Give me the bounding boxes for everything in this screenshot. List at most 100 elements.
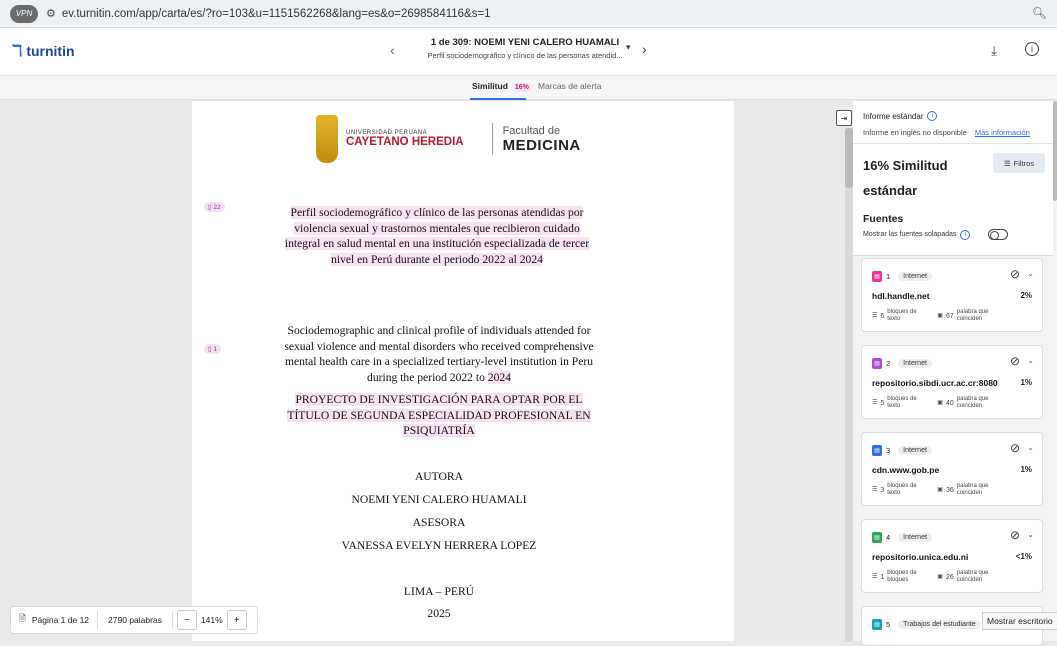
report-title-text: Informe estándar xyxy=(863,111,924,121)
title-english-highlight[interactable]: 2024 xyxy=(487,370,511,384)
text-blocks-stat: ☰ 1 bloques de bloques xyxy=(872,570,923,584)
words-count: 67 xyxy=(945,312,954,320)
page-controls: 🗎 Página 1 de 12 2790 palabras − 141% + xyxy=(10,606,258,634)
document-navigator: ‹ 1 de 309: NOEMI YENI CALERO HUAMALI Pe… xyxy=(390,34,660,70)
chevron-down-icon[interactable]: ⌄ xyxy=(1027,530,1034,539)
collapse-panel-icon[interactable]: ⇥ xyxy=(836,110,852,126)
matching-words-stat: ▣ 40 palabra que coinciden xyxy=(937,396,1000,410)
source-number: 1 xyxy=(886,272,891,281)
logo-text: turnitin xyxy=(26,43,75,59)
university-crest xyxy=(316,115,338,163)
exclude-icon[interactable]: ⊘ xyxy=(1010,267,1020,281)
document-subtitle: Perfil sociodemográfico y clínico de las… xyxy=(427,51,623,60)
panel-scroll-thumb[interactable] xyxy=(1053,101,1057,201)
info-icon[interactable]: i xyxy=(960,229,971,240)
info-icon[interactable]: i xyxy=(927,111,938,121)
asesora-name: VANESSA EVELYN HERRERA LOPEZ xyxy=(341,539,537,552)
chevron-right-icon[interactable]: › xyxy=(642,41,647,57)
site-settings-icon[interactable]: ⚙ xyxy=(46,7,56,20)
blocks-label: bloques de texto xyxy=(887,396,917,409)
blocks-count: 1 xyxy=(880,573,885,581)
overlap-toggle[interactable] xyxy=(988,229,1009,240)
source-percent: 1% xyxy=(1020,465,1032,474)
exclude-icon[interactable]: ⊘ xyxy=(1010,528,1020,542)
source-percent: 2% xyxy=(1020,291,1032,300)
overlap-setting: Mostrar las fuentes solapadas i xyxy=(863,229,1009,240)
source-name: repositorio.sibdi.ucr.ac.cr:8080 xyxy=(872,378,998,388)
more-info-link[interactable]: Más información xyxy=(975,128,1030,137)
autora-label: AUTORA xyxy=(414,470,464,483)
document-scroll-thumb[interactable] xyxy=(845,128,853,188)
source-number: 3 xyxy=(886,446,891,455)
words-count: 40 xyxy=(945,399,954,407)
year: 2025 xyxy=(427,607,451,620)
tab-similarity[interactable]: Similitud 16% xyxy=(472,81,533,92)
words-label: palabra que coinciden xyxy=(956,396,989,409)
english-unavailable-text: Informe en inglés no disponible xyxy=(863,128,967,137)
title-english: Sociodemographic and clinical profile of… xyxy=(284,323,594,385)
source-number: 4 xyxy=(886,533,891,542)
source-card[interactable]: ▤ 1 Internet ⊘ ⌄ hdl.handle.net 2% ☰ 6 bloq… xyxy=(861,258,1043,332)
report-title: Informe estándar i xyxy=(863,111,938,121)
matching-words-stat: ▣ 67 palabra que coinciden xyxy=(937,309,1000,323)
document-icon: ▤ xyxy=(872,271,882,282)
project-title: PROYECTO DE INVESTIGACIÓN PARA OPTAR POR… xyxy=(284,392,594,439)
blocks-label: bloques de texto xyxy=(887,483,917,496)
panel-header: Informe estándar i Informe en inglés no … xyxy=(853,101,1053,256)
page-indicator[interactable]: 🗎 Página 1 de 12 xyxy=(11,613,97,627)
page-icon: 🗎 xyxy=(19,613,26,623)
asesora-label: ASESORA xyxy=(412,516,466,529)
chevron-down-icon[interactable]: ⌄ xyxy=(1027,443,1034,452)
source-name: cdn.www.gob.pe xyxy=(872,465,940,475)
tab-similarity-label: Similitud xyxy=(472,81,508,91)
words-label: palabra que coinciden xyxy=(956,309,989,322)
autora-name: NOEMI YENI CALERO HUAMALI xyxy=(351,493,527,506)
source-card[interactable]: ▤ 3 Internet ⊘ ⌄ cdn.www.gob.pe 1% ☰ 3 bloq… xyxy=(861,432,1043,506)
zoom-icon[interactable]: 🔍︎ xyxy=(1032,6,1047,20)
blocks-label: bloques de bloques xyxy=(887,570,917,583)
chevron-down-icon[interactable]: ⌄ xyxy=(1027,356,1034,365)
title-spanish-text[interactable]: Perfil sociodemográfico y clínico de las… xyxy=(284,206,590,266)
address-field[interactable]: ev.turnitin.com/app/carta/es/?ro=103&u=1… xyxy=(62,8,491,20)
document-icon: ▤ xyxy=(872,532,882,543)
tab-alert-flags[interactable]: Marcas de alerta xyxy=(538,81,601,91)
word-count: 2790 palabras xyxy=(108,615,162,625)
source-type-badge: Internet xyxy=(898,446,932,455)
match-marker-count: 1 xyxy=(213,346,218,353)
filters-button[interactable]: ☰ Filtros xyxy=(993,153,1045,173)
project-title-text[interactable]: PROYECTO DE INVESTIGACIÓN PARA OPTAR POR… xyxy=(287,393,591,438)
source-card[interactable]: ▤ 4 Internet ⊘ ⌄ repositorio.unica.edu.ni … xyxy=(861,519,1043,593)
source-card[interactable]: ▤ 2 Internet ⊘ ⌄ repositorio.sibdi.ucr.ac.… xyxy=(861,345,1043,419)
logo-divider xyxy=(491,123,493,155)
words-label: palabra que coinciden xyxy=(956,570,989,583)
turnitin-logo-icon: ℸ xyxy=(12,43,23,60)
words-count: 36 xyxy=(945,486,954,494)
overlap-label: Mostrar las fuentes solapadas xyxy=(863,231,957,238)
words-label: palabra que coinciden xyxy=(956,483,989,496)
caret-down-icon[interactable]: ▾ xyxy=(626,42,631,53)
document-page: UNIVERSIDAD PERUANA CAYETANO HEREDIA Fac… xyxy=(192,101,734,641)
download-icon[interactable]: ⤓ xyxy=(991,43,997,59)
chevron-down-icon[interactable]: ⌄ xyxy=(1027,269,1034,278)
zoom-in-icon[interactable]: + xyxy=(226,610,247,630)
exclude-icon[interactable]: ⊘ xyxy=(1010,441,1020,455)
text-blocks-stat: ☰ 5 bloques de texto xyxy=(872,396,923,410)
source-type-badge: Internet xyxy=(898,533,932,542)
document-scrollbar[interactable] xyxy=(845,128,853,641)
similarity-title: 16% Similitud estándar xyxy=(863,158,948,198)
vpn-badge[interactable]: VPN xyxy=(10,4,38,23)
zoom-out-icon[interactable]: − xyxy=(176,610,197,630)
source-number: 2 xyxy=(886,359,891,368)
university-name-big: CAYETANO HEREDIA xyxy=(346,136,464,148)
chevron-left-icon[interactable]: ‹ xyxy=(390,42,395,58)
match-marker-1[interactable]: ▯ 1 xyxy=(204,344,222,354)
source-number: 5 xyxy=(886,620,891,629)
document-icon: ▤ xyxy=(872,358,882,369)
turnitin-logo[interactable]: ℸ turnitin xyxy=(12,41,75,61)
exclude-icon[interactable]: ⊘ xyxy=(1010,354,1020,368)
match-marker-count: 22 xyxy=(213,204,221,211)
zoom-level: 141% xyxy=(200,615,223,625)
info-icon[interactable]: i xyxy=(1025,42,1039,56)
match-marker-22[interactable]: ▯ 22 xyxy=(204,202,225,212)
active-tab-indicator xyxy=(470,98,526,100)
